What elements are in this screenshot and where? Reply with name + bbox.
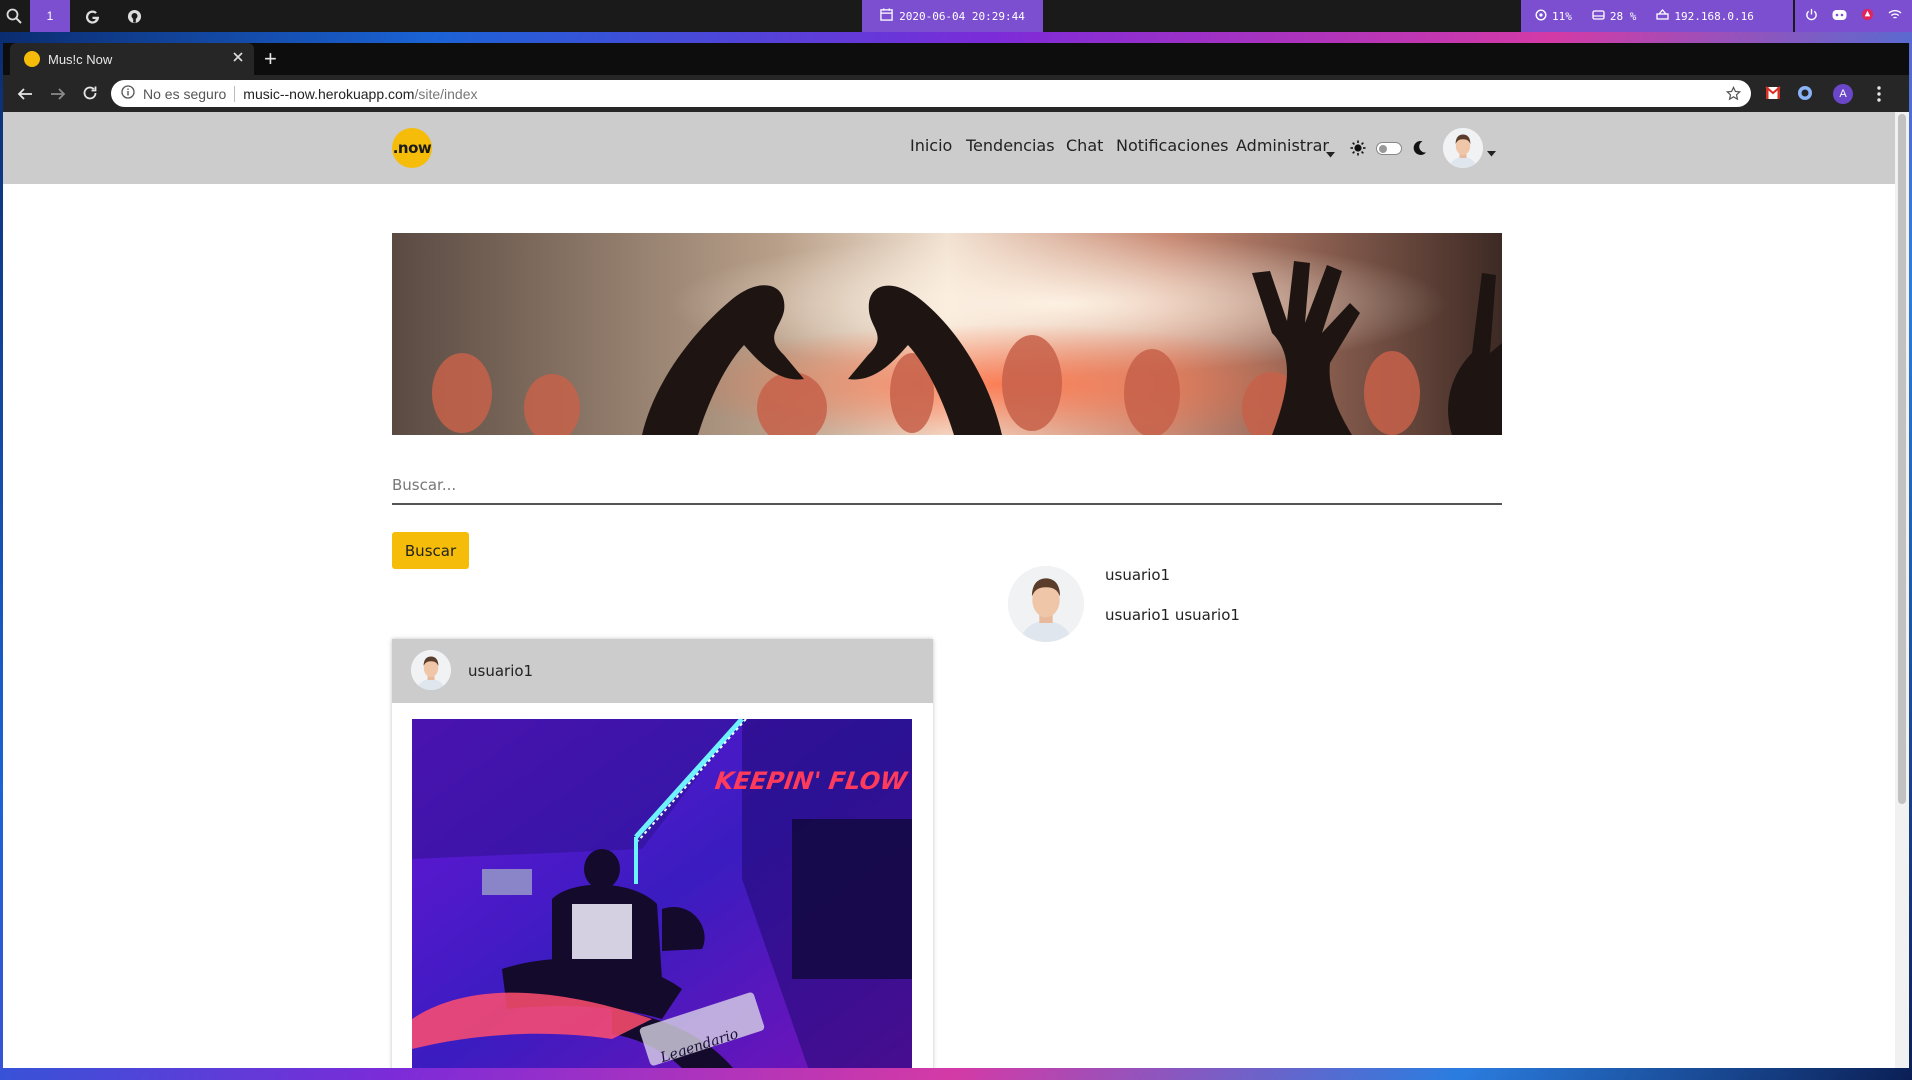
site-logo[interactable]: .now xyxy=(392,128,432,168)
nav-chat[interactable]: Chat xyxy=(1066,136,1103,155)
google-icon[interactable] xyxy=(80,0,104,32)
scrollbar-thumb[interactable] xyxy=(1898,114,1906,804)
system-stats: 11% 28 % 192.168.0.16 xyxy=(1521,0,1793,32)
url-path[interactable]: /site/index xyxy=(414,86,477,102)
ip-address: 192.168.0.16 xyxy=(1674,9,1754,23)
new-tab-button[interactable]: + xyxy=(264,46,277,72)
tab-favicon-icon xyxy=(24,51,40,67)
tray-icons xyxy=(1795,0,1912,32)
post-image-text: KEEPIN' FLOW xyxy=(713,767,910,795)
post-image[interactable]: KEEPIN' FLOW Legendario xyxy=(412,719,912,1068)
browser-window: Mus!c Now + No es seguro music--now.hero… xyxy=(3,43,1909,1068)
datetime-text: 2020-06-04 20:29:44 xyxy=(899,9,1025,23)
nav-inicio[interactable]: Inicio xyxy=(910,136,952,155)
profile-avatar[interactable]: A xyxy=(1833,84,1853,104)
administrar-chevron-down-icon[interactable] xyxy=(1326,145,1335,163)
reload-icon[interactable] xyxy=(82,85,98,106)
calendar-icon xyxy=(880,8,893,24)
wifi-icon[interactable] xyxy=(1888,9,1902,24)
address-bar[interactable]: No es seguro music--now.herokuapp.com /s… xyxy=(111,80,1751,107)
search-input[interactable] xyxy=(392,467,1502,505)
app-tray-icon[interactable] xyxy=(1861,8,1874,24)
user-menu-chevron-down-icon[interactable] xyxy=(1487,144,1496,162)
discord-icon[interactable] xyxy=(1832,9,1847,24)
moon-icon xyxy=(1412,140,1427,161)
browser-toolbar: No es seguro music--now.herokuapp.com /s… xyxy=(3,75,1909,112)
bookmark-star-icon[interactable] xyxy=(1725,85,1742,104)
post-author-avatar[interactable] xyxy=(411,650,451,690)
github-icon[interactable] xyxy=(122,0,146,32)
security-label[interactable]: No es seguro xyxy=(143,86,226,102)
extension-icon[interactable] xyxy=(1797,85,1813,106)
datetime-widget: 2020-06-04 20:29:44 xyxy=(862,0,1043,32)
nav-administrar[interactable]: Administrar xyxy=(1236,136,1329,155)
page-content: .now Inicio Tendencias Chat Notificacion… xyxy=(3,112,1895,1068)
site-navbar: .now Inicio Tendencias Chat Notificacion… xyxy=(3,112,1895,184)
tab-music-now[interactable]: Mus!c Now xyxy=(10,43,254,75)
profile-avatar-large[interactable] xyxy=(1008,566,1084,642)
cpu-icon xyxy=(1535,8,1547,24)
info-icon[interactable] xyxy=(121,85,135,102)
power-icon[interactable] xyxy=(1805,8,1818,24)
search-icon[interactable] xyxy=(0,0,28,32)
url-domain[interactable]: music--now.herokuapp.com xyxy=(243,86,414,102)
post-card: usuario1 KEEPIN' FLOW Legendario xyxy=(392,639,933,1068)
workspace-indicator[interactable]: 1 xyxy=(30,0,70,32)
search-button[interactable]: Buscar xyxy=(392,532,469,569)
menu-kebab-icon[interactable] xyxy=(1877,86,1881,107)
post-author-name[interactable]: usuario1 xyxy=(468,662,533,680)
disk-usage: 28 % xyxy=(1609,9,1637,23)
page-scrollbar[interactable] xyxy=(1895,112,1909,1068)
toggle-knob xyxy=(1379,144,1387,153)
tab-close-icon[interactable] xyxy=(232,51,244,66)
profile-full-name: usuario1 usuario1 xyxy=(1105,606,1240,624)
post-header: usuario1 xyxy=(392,639,933,703)
url-divider xyxy=(234,85,236,102)
tab-title: Mus!c Now xyxy=(48,51,113,67)
user-avatar[interactable] xyxy=(1443,128,1483,168)
nav-tendencias[interactable]: Tendencias xyxy=(966,136,1055,155)
theme-toggle-switch[interactable] xyxy=(1376,142,1402,155)
network-icon xyxy=(1656,8,1670,24)
desktop-top-bar: 1 2020-06-04 20:29:44 11% 28 % 192.168.0… xyxy=(0,0,1912,32)
tab-strip: Mus!c Now + xyxy=(3,43,1909,75)
disk-icon xyxy=(1592,9,1605,24)
profile-summary: usuario1 usuario1 usuario1 xyxy=(1008,566,1458,646)
cpu-usage: 11% xyxy=(1552,9,1572,23)
site-logo-text: .now xyxy=(392,139,432,157)
forward-icon[interactable] xyxy=(50,86,66,107)
nav-notificaciones[interactable]: Notificaciones xyxy=(1116,136,1229,155)
sun-icon xyxy=(1350,140,1366,161)
concert-banner-image xyxy=(392,233,1502,435)
profile-username[interactable]: usuario1 xyxy=(1105,566,1170,584)
back-icon[interactable] xyxy=(17,86,33,107)
gmail-extension-icon[interactable] xyxy=(1765,86,1781,105)
